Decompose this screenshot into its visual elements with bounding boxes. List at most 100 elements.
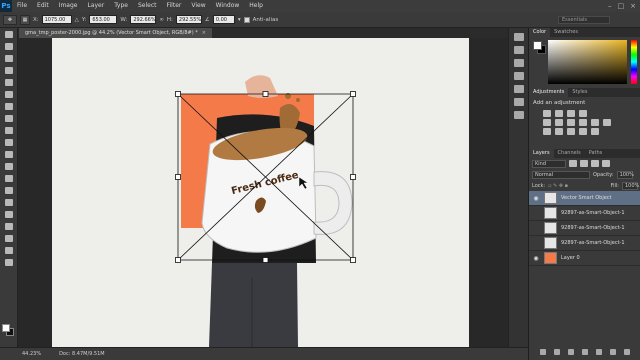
menu-help[interactable]: Help [244,0,268,12]
layer-mask-icon[interactable] [568,349,574,355]
properties-panel-icon[interactable] [513,46,524,54]
tool-presets-panel-icon[interactable] [513,111,524,119]
posterize-icon[interactable] [555,128,563,135]
color-foreground-swatch[interactable] [533,41,542,50]
eyedropper-tool-icon[interactable] [0,88,18,100]
layer-row[interactable]: ◉ 92897-as-Smart-Object-1 [529,206,640,221]
blend-mode-select[interactable]: Normal [532,170,590,179]
new-group-icon[interactable] [596,349,602,355]
type-filter-icon[interactable] [591,160,599,167]
document-tab[interactable]: gma_tmp_poster-2000.jpg @ 44.2% (Vector … [19,28,212,38]
history-brush-tool-icon[interactable] [0,136,18,148]
visibility-eye-icon[interactable]: ◉ [532,239,540,247]
paragraph-panel-icon[interactable] [513,72,524,80]
angle-field[interactable]: 0.00 [212,15,235,24]
adjustment-filter-icon[interactable] [580,160,588,167]
workspace-switcher[interactable]: Essentials [558,15,610,24]
path-select-tool-icon[interactable] [0,220,18,232]
menu-layer[interactable]: Layer [82,0,109,12]
visibility-eye-icon[interactable]: ◉ [532,254,540,262]
hue-saturation-icon[interactable] [555,119,563,126]
tab-adjustments[interactable]: Adjustments [529,88,569,97]
lock-icons[interactable]: ▫ ✎ ✥ ▪ [548,183,608,189]
menu-filter[interactable]: Filter [162,0,187,12]
delete-layer-icon[interactable] [624,349,630,355]
menu-select[interactable]: Select [133,0,162,12]
layer-kind-filter[interactable]: Kind [532,159,566,168]
type-tool-icon[interactable] [0,208,18,220]
menu-type[interactable]: Type [109,0,133,12]
antialias-checkbox[interactable] [243,16,250,23]
tab-paths[interactable]: Paths [585,149,607,158]
healing-tool-icon[interactable] [0,100,18,112]
threshold-icon[interactable] [567,128,575,135]
tab-styles[interactable]: Styles [568,88,591,97]
color-picker-field[interactable] [548,40,627,84]
menu-image[interactable]: Image [54,0,83,12]
pen-tool-icon[interactable] [0,196,18,208]
layer-row[interactable]: ◉ Layer 0 [529,251,640,266]
brightness-contrast-icon[interactable] [543,110,551,117]
curves-icon[interactable] [567,110,575,117]
invert-icon[interactable] [543,128,551,135]
brush-tool-icon[interactable] [0,112,18,124]
close-icon[interactable]: × [630,2,636,10]
x-field[interactable]: 1075.00 px [41,15,72,32]
channel-mixer-icon[interactable] [603,119,611,126]
visibility-eye-icon[interactable]: ◉ [532,224,540,232]
quick-select-tool-icon[interactable] [0,64,18,76]
tab-swatches[interactable]: Swatches [550,28,582,37]
tab-channels[interactable]: Channels [554,149,585,158]
layer-row[interactable]: ◉ 92897-as-Smart-Object-1 [529,236,640,251]
move-tool-preset-icon[interactable]: ✥ [3,14,17,25]
layer-row[interactable]: ◉ 92897-as-Smart-Object-1 [529,221,640,236]
width-field[interactable]: 292.66% [130,15,157,24]
history-panel-icon[interactable] [513,33,524,41]
interpolation-icon[interactable]: ▾ [238,17,241,23]
exposure-icon[interactable] [579,110,587,117]
tab-color[interactable]: Color [529,28,551,37]
zoom-level[interactable]: 44.23% [22,351,41,357]
foreground-color-swatch[interactable] [2,324,10,332]
gradient-map-icon[interactable] [591,128,599,135]
shape-tool-icon[interactable] [0,232,18,244]
clone-source-panel-icon[interactable] [513,98,524,106]
visibility-eye-icon[interactable]: ◉ [532,209,540,217]
dodge-tool-icon[interactable] [0,184,18,196]
hue-slider[interactable] [631,40,637,84]
new-layer-icon[interactable] [610,349,616,355]
gradient-tool-icon[interactable] [0,160,18,172]
opacity-field[interactable]: 100% [616,170,634,179]
selective-color-icon[interactable] [579,128,587,135]
link-layers-icon[interactable] [540,349,546,355]
lasso-tool-icon[interactable] [0,52,18,64]
layer-style-icon[interactable] [554,349,560,355]
crop-tool-icon[interactable] [0,76,18,88]
black-white-icon[interactable] [579,119,587,126]
hand-tool-icon[interactable] [0,244,18,256]
levels-icon[interactable] [555,110,563,117]
visibility-eye-icon[interactable]: ◉ [532,194,540,202]
tab-layers[interactable]: Layers [529,149,554,158]
color-balance-icon[interactable] [567,119,575,126]
link-icon[interactable]: ∞ [159,17,164,23]
brush-panel-icon[interactable] [513,85,524,93]
minimize-icon[interactable]: – [608,2,612,10]
menu-window[interactable]: Window [211,0,245,12]
menu-file[interactable]: File [12,0,32,12]
eraser-tool-icon[interactable] [0,148,18,160]
zoom-tool-icon[interactable] [0,256,18,268]
menu-edit[interactable]: Edit [32,0,54,12]
photo-filter-icon[interactable] [591,119,599,126]
stamp-tool-icon[interactable] [0,124,18,136]
shape-filter-icon[interactable] [602,160,610,167]
pixel-filter-icon[interactable] [569,160,577,167]
maximize-icon[interactable]: □ [618,2,625,10]
blur-tool-icon[interactable] [0,172,18,184]
new-adjustment-layer-icon[interactable] [582,349,588,355]
tab-close-icon[interactable]: × [202,30,206,36]
canvas[interactable]: Fresh coffee [52,38,469,347]
layer-row[interactable]: ◉ Vector Smart Object [529,191,640,206]
marquee-tool-icon[interactable] [0,40,18,52]
vibrance-icon[interactable] [543,119,551,126]
